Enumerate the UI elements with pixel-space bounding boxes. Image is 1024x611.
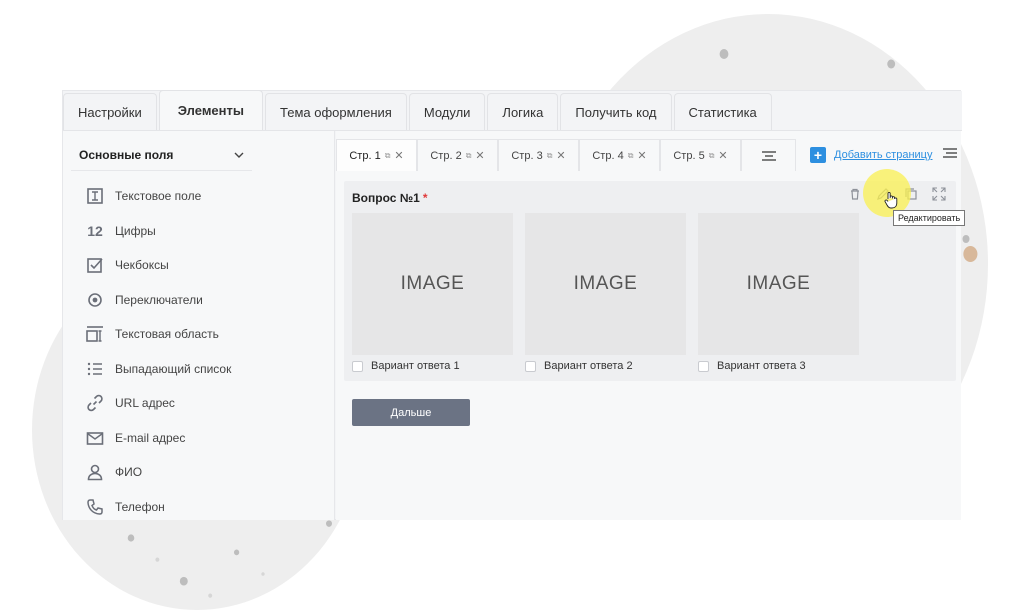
delete-icon[interactable]	[848, 187, 862, 201]
question-title-text: Вопрос №1	[352, 191, 420, 205]
answer-option[interactable]: IMAGE Вариант ответа 2	[525, 213, 686, 372]
menu-lines-icon	[761, 150, 776, 161]
field-label: Телефон	[115, 499, 165, 514]
settings-lines-icon[interactable]	[943, 148, 957, 158]
field-label: Чекбоксы	[115, 258, 169, 273]
page-tab-label: Стр. 3	[511, 149, 543, 162]
field-label: Текстовое поле	[115, 189, 202, 204]
page-tab-label: Стр. 1	[349, 149, 381, 162]
dropdown-list-icon	[83, 359, 107, 379]
option-label: Вариант ответа 2	[544, 360, 633, 372]
field-label: E-mail адрес	[115, 430, 186, 445]
answer-option[interactable]: IMAGE Вариант ответа 1	[352, 213, 513, 372]
numbers-icon: 12	[87, 222, 103, 239]
phone-icon	[83, 497, 107, 517]
option-image-placeholder[interactable]: IMAGE	[525, 213, 686, 355]
stage: Настройки Элементы Тема оформления Модул…	[0, 0, 1024, 611]
page-tab-3[interactable]: Стр. 3 ⧉ ✕	[498, 139, 579, 171]
text-field-icon	[83, 186, 107, 206]
page-tab-2[interactable]: Стр. 2 ⧉ ✕	[417, 139, 498, 171]
field-label: Переключатели	[115, 292, 203, 307]
option-label: Вариант ответа 1	[371, 360, 460, 372]
elements-sidebar: Основные поля Текстовое поле 12 Цифры Че…	[63, 131, 335, 520]
close-icon[interactable]: ✕	[637, 149, 646, 162]
field-text-input[interactable]: Текстовое поле	[83, 179, 323, 214]
page-tab-5[interactable]: Стр. 5 ⧉ ✕	[660, 139, 741, 171]
option-label-row[interactable]: Вариант ответа 3	[698, 360, 859, 372]
field-label: URL адрес	[115, 396, 175, 411]
next-button[interactable]: Дальше	[352, 399, 470, 426]
close-icon[interactable]: ✕	[556, 149, 565, 162]
answer-option[interactable]: IMAGE Вариант ответа 3	[698, 213, 859, 372]
hand-cursor-icon	[884, 191, 898, 209]
radio-icon	[83, 290, 107, 310]
required-mark: *	[422, 191, 428, 205]
tab-theme[interactable]: Тема оформления	[265, 93, 407, 130]
option-checkbox[interactable]	[525, 360, 536, 372]
field-checkboxes[interactable]: Чекбоксы	[83, 248, 323, 283]
copy-icon[interactable]: ⧉	[709, 151, 715, 161]
field-email[interactable]: E-mail адрес	[83, 421, 323, 456]
copy-icon[interactable]: ⧉	[466, 151, 472, 161]
question-block[interactable]: Вопрос №1 * Редактировать IMAGE Вариант …	[344, 169, 966, 381]
page-tab-label: Стр. 4	[592, 149, 624, 162]
mail-icon	[83, 428, 107, 448]
basic-fields-section-toggle[interactable]: Основные поля	[71, 139, 252, 171]
plus-icon: +	[810, 147, 826, 163]
copy-icon[interactable]: ⧉	[628, 151, 634, 161]
close-icon[interactable]: ✕	[718, 149, 727, 162]
tab-statistics[interactable]: Статистика	[673, 93, 772, 130]
link-icon	[83, 393, 107, 413]
field-label: Текстовая область	[115, 327, 219, 342]
answer-options: IMAGE Вариант ответа 1 IMAGE Вариант отв…	[352, 213, 859, 372]
edit-tooltip: Редактировать	[893, 210, 966, 226]
option-label-row[interactable]: Вариант ответа 2	[525, 360, 686, 372]
page-tab-label: Стр. 5	[673, 149, 705, 162]
tab-elements[interactable]: Элементы	[158, 90, 263, 130]
field-phone[interactable]: Телефон	[83, 490, 323, 525]
field-dropdown-list[interactable]: Выпадающий список	[83, 352, 323, 387]
option-image-placeholder[interactable]: IMAGE	[698, 213, 859, 355]
person-icon	[83, 462, 107, 482]
field-url[interactable]: URL адрес	[83, 386, 323, 421]
field-label: Выпадающий список	[115, 361, 232, 376]
form-content: Стр. 1 ⧉ ✕ Стр. 2 ⧉ ✕ Стр. 3 ⧉ ✕ Стр. 4 …	[336, 131, 966, 520]
add-page-button[interactable]: + Добавить страницу	[810, 147, 932, 163]
close-icon[interactable]: ✕	[475, 149, 484, 162]
question-title: Вопрос №1 *	[352, 191, 427, 205]
page-tabs: Стр. 1 ⧉ ✕ Стр. 2 ⧉ ✕ Стр. 3 ⧉ ✕ Стр. 4 …	[336, 139, 961, 171]
expand-icon[interactable]	[932, 187, 946, 201]
copy-icon[interactable]: ⧉	[547, 151, 553, 161]
main-tabs: Настройки Элементы Тема оформления Модул…	[63, 90, 962, 131]
pages-menu-button[interactable]	[741, 139, 796, 171]
tab-logic[interactable]: Логика	[487, 93, 559, 130]
option-checkbox[interactable]	[352, 360, 363, 372]
chevron-down-icon	[234, 152, 244, 158]
page-tab-label: Стр. 2	[430, 149, 462, 162]
option-image-placeholder[interactable]: IMAGE	[352, 213, 513, 355]
section-title: Основные поля	[79, 147, 174, 162]
page-tab-1[interactable]: Стр. 1 ⧉ ✕	[336, 139, 417, 171]
field-numbers[interactable]: 12 Цифры	[83, 214, 323, 249]
tab-modules[interactable]: Модули	[408, 93, 486, 130]
field-list: Текстовое поле 12 Цифры Чекбоксы Переклю…	[83, 179, 323, 524]
option-label: Вариант ответа 3	[717, 360, 806, 372]
tab-settings[interactable]: Настройки	[63, 93, 157, 130]
field-radio-buttons[interactable]: Переключатели	[83, 283, 323, 318]
textarea-icon	[83, 324, 107, 344]
checkbox-icon	[83, 255, 107, 275]
field-label: ФИО	[115, 465, 143, 480]
field-full-name[interactable]: ФИО	[83, 455, 323, 490]
close-icon[interactable]: ✕	[394, 149, 403, 162]
field-textarea[interactable]: Текстовая область	[83, 317, 323, 352]
field-label: Цифры	[115, 223, 156, 238]
form-builder-window: Настройки Элементы Тема оформления Модул…	[62, 90, 966, 520]
option-checkbox[interactable]	[698, 360, 709, 372]
copy-icon[interactable]: ⧉	[385, 151, 391, 161]
page-tab-4[interactable]: Стр. 4 ⧉ ✕	[579, 139, 660, 171]
option-label-row[interactable]: Вариант ответа 1	[352, 360, 513, 372]
add-page-link[interactable]: Добавить страницу	[834, 149, 932, 161]
tab-get-code[interactable]: Получить код	[560, 93, 672, 130]
